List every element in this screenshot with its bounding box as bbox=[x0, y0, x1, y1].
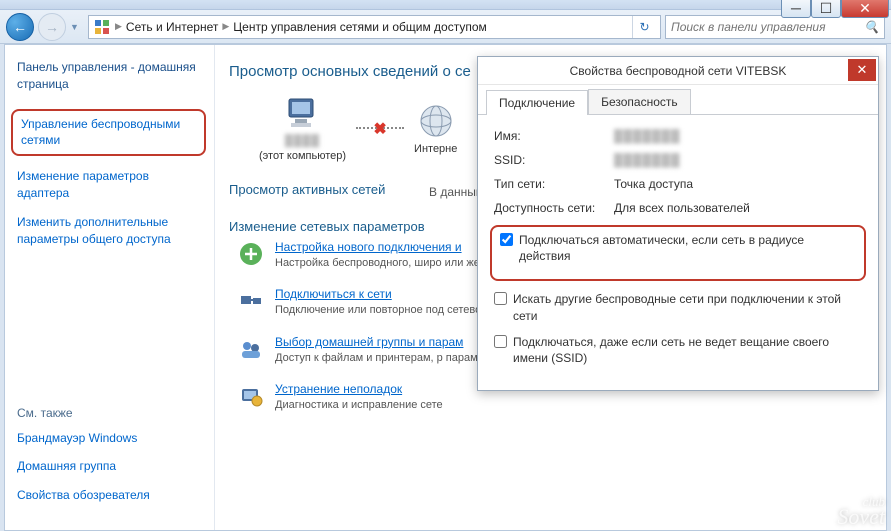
breadcrumb-part[interactable]: Сеть и Интернет bbox=[126, 20, 218, 34]
control-panel-home-link[interactable]: Панель управления - домашняя страница bbox=[17, 59, 202, 93]
tab-security[interactable]: Безопасность bbox=[588, 89, 691, 114]
troubleshoot-icon bbox=[237, 382, 265, 410]
prop-avail-value: Для всех пользователей bbox=[614, 201, 750, 215]
dialog-title-bar[interactable]: Свойства беспроводной сети VITEBSK ✕ bbox=[478, 57, 878, 85]
internet-label: Интерне bbox=[414, 143, 457, 155]
prop-type-label: Тип сети: bbox=[494, 177, 614, 191]
sidebar: Панель управления - домашняя страница Уп… bbox=[5, 45, 215, 530]
dialog-close-button[interactable]: ✕ bbox=[848, 59, 876, 81]
arrow-right-icon: → bbox=[45, 19, 59, 35]
new-connection-icon bbox=[237, 240, 265, 268]
chevron-right-icon: ▶ bbox=[115, 21, 122, 32]
checkbox-label: Подключаться автоматически, если сеть в … bbox=[519, 232, 856, 264]
see-also-heading: См. также bbox=[17, 406, 202, 420]
address-bar[interactable]: ▶ Сеть и Интернет ▶ Центр управления сет… bbox=[88, 15, 661, 39]
checkbox-label: Искать другие беспроводные сети при подк… bbox=[513, 291, 862, 323]
connect-network-icon bbox=[237, 287, 265, 315]
checkbox-label: Подключаться, даже если сеть не ведет ве… bbox=[513, 334, 862, 366]
prop-name-label: Имя: bbox=[494, 129, 614, 143]
internet-node[interactable]: Интерне bbox=[414, 102, 457, 155]
checkbox-input[interactable] bbox=[494, 335, 507, 348]
dialog-body: Имя: ███████ SSID: ███████ Тип сети: Точ… bbox=[478, 115, 878, 390]
checkbox-group: Подключаться автоматически, если сеть в … bbox=[494, 225, 862, 366]
globe-icon bbox=[415, 102, 457, 140]
titlebar: ─ ☐ ✕ bbox=[0, 0, 891, 10]
nav-back-button[interactable]: ← bbox=[6, 13, 34, 41]
checkbox-input[interactable] bbox=[500, 233, 513, 246]
refresh-button[interactable]: ↻ bbox=[632, 16, 656, 38]
network-center-icon bbox=[93, 18, 111, 36]
close-button[interactable]: ✕ bbox=[841, 0, 889, 18]
computer-icon bbox=[282, 94, 324, 132]
prop-avail-label: Доступность сети: bbox=[494, 201, 614, 215]
breadcrumb-part[interactable]: Центр управления сетями и общим доступом bbox=[233, 20, 487, 34]
checkbox-hidden-ssid[interactable]: Подключаться, даже если сеть не ведет ве… bbox=[494, 334, 862, 366]
checkbox-search-other[interactable]: Искать другие беспроводные сети при подк… bbox=[494, 291, 862, 323]
dialog-title: Свойства беспроводной сети VITEBSK bbox=[570, 64, 787, 78]
nav-forward-button: → bbox=[38, 13, 66, 41]
checkbox-auto-connect[interactable]: Подключаться автоматически, если сеть в … bbox=[500, 232, 856, 264]
prop-ssid-label: SSID: bbox=[494, 153, 614, 167]
computer-name: ████ bbox=[259, 135, 346, 147]
dialog-tabs: Подключение Безопасность bbox=[478, 85, 878, 115]
search-input[interactable] bbox=[671, 20, 859, 34]
arrow-left-icon: ← bbox=[13, 19, 27, 35]
wireless-properties-dialog: Свойства беспроводной сети VITEBSK ✕ Под… bbox=[477, 56, 879, 391]
search-icon: 🔍 bbox=[864, 20, 879, 34]
connection-line: ✖ bbox=[356, 127, 404, 129]
task-desc: Диагностика и исправление сете bbox=[275, 398, 443, 413]
prop-type-value: Точка доступа bbox=[614, 177, 693, 191]
prop-name-value: ███████ bbox=[614, 129, 681, 143]
nav-history-dropdown[interactable]: ▼ bbox=[70, 22, 84, 32]
seealso-homegroup[interactable]: Домашняя группа bbox=[17, 458, 202, 475]
seealso-firewall[interactable]: Брандмауэр Windows bbox=[17, 430, 202, 447]
task-title[interactable]: Устранение неполадок bbox=[275, 382, 443, 396]
close-icon: ✕ bbox=[857, 62, 868, 78]
sidebar-link-sharing[interactable]: Изменить дополнительные параметры общего… bbox=[17, 214, 202, 248]
tab-connection[interactable]: Подключение bbox=[486, 90, 588, 115]
sidebar-link-wireless[interactable]: Управление беспроводными сетями bbox=[11, 109, 206, 157]
homegroup-icon bbox=[237, 335, 265, 363]
chevron-right-icon: ▶ bbox=[222, 21, 229, 32]
seealso-browser[interactable]: Свойства обозревателя bbox=[17, 487, 202, 504]
search-box[interactable]: 🔍 bbox=[665, 15, 885, 39]
this-computer-node[interactable]: ████ (этот компьютер) bbox=[259, 94, 346, 162]
sidebar-link-adapter[interactable]: Изменение параметров адаптера bbox=[17, 168, 202, 202]
window-controls: ─ ☐ ✕ bbox=[781, 0, 889, 18]
minimize-button[interactable]: ─ bbox=[781, 0, 811, 18]
disconnected-icon: ✖ bbox=[373, 119, 386, 139]
highlighted-option: Подключаться автоматически, если сеть в … bbox=[490, 225, 866, 281]
breadcrumb[interactable]: ▶ Сеть и Интернет ▶ Центр управления сет… bbox=[115, 20, 487, 34]
this-computer-label: (этот компьютер) bbox=[259, 150, 346, 162]
prop-ssid-value: ███████ bbox=[614, 153, 681, 167]
checkbox-input[interactable] bbox=[494, 292, 507, 305]
maximize-button[interactable]: ☐ bbox=[811, 0, 841, 18]
refresh-icon: ↻ bbox=[639, 20, 649, 34]
navigation-bar: ← → ▼ ▶ Сеть и Интернет ▶ Центр управлен… bbox=[0, 10, 891, 44]
